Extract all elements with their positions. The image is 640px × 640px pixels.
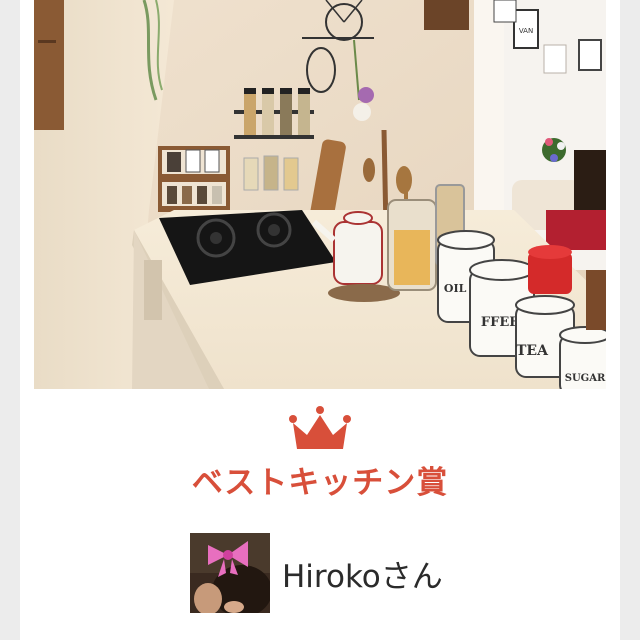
kitchen-photo[interactable]: VAN OIL PO FFEE TEA SUGAR (34, 0, 606, 389)
award-section: ベストキッチン賞 (20, 405, 620, 502)
user-row[interactable]: Hirokoさん (190, 533, 443, 613)
canister-label-3: SUGAR (565, 373, 606, 384)
award-card: VAN OIL PO FFEE TEA SUGAR ベストキッチン賞 Hirok… (20, 0, 620, 640)
crown-icon (289, 406, 351, 449)
canister-label-1: FFEE (481, 315, 519, 330)
user-name[interactable]: Hirokoさん (282, 551, 443, 596)
canister-label-2: TEA (516, 343, 549, 359)
award-title: ベストキッチン賞 (191, 465, 449, 501)
sign-text: VAN (519, 27, 533, 35)
avatar[interactable] (190, 533, 270, 613)
